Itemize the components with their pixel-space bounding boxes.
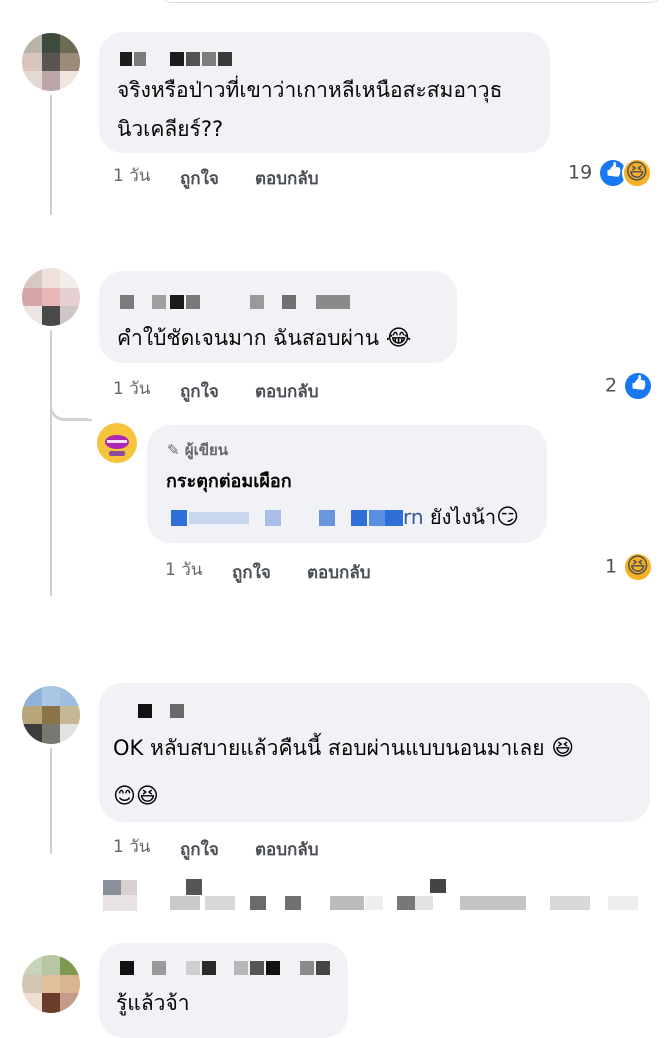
comment-text-line1: จริงหรือป่าวที่เขาว่าเกาหลีเหนือสะสมอาวุ… bbox=[117, 78, 503, 102]
comment-time[interactable]: 1 วัน bbox=[113, 162, 150, 189]
comment-time[interactable]: 1 วัน bbox=[113, 375, 150, 402]
comment-text-line1: OK หลับสบายแล้วคืนนี้ สอบผ่านแบบนอนมาเลย… bbox=[113, 736, 575, 761]
like-icon bbox=[623, 371, 654, 401]
smirk-emoji: 😏 bbox=[496, 505, 520, 530]
reply-time[interactable]: 1 วัน bbox=[165, 556, 202, 583]
author-avatar[interactable] bbox=[97, 423, 137, 463]
tagged-name-redacted[interactable] bbox=[165, 508, 420, 528]
like-button[interactable]: ถูกใจ bbox=[180, 378, 219, 405]
commenter-name-redacted[interactable] bbox=[120, 961, 335, 975]
like-button[interactable]: ถูกใจ bbox=[180, 836, 219, 863]
comment-text-line2: 😊😆 bbox=[113, 776, 159, 817]
reply-button[interactable]: ตอบกลับ bbox=[255, 378, 319, 405]
comment-time[interactable]: 1 วัน bbox=[113, 833, 150, 860]
reply-like-button[interactable]: ถูกใจ bbox=[232, 559, 271, 586]
comment-text: รู้แล้วจ้า bbox=[116, 991, 190, 1015]
top-input-edge bbox=[160, 0, 662, 3]
thread-line bbox=[50, 330, 52, 596]
haha-icon bbox=[622, 158, 653, 188]
thread-line bbox=[50, 95, 52, 215]
thread-line bbox=[50, 748, 52, 854]
reply-author-name[interactable]: กระตุกต่อมเผือก bbox=[166, 466, 292, 495]
reaction-summary[interactable]: 19 bbox=[568, 158, 653, 188]
reply-button[interactable]: ตอบกลับ bbox=[255, 165, 319, 192]
author-badge: ✎ ผู้เขียน bbox=[167, 441, 229, 459]
avatar[interactable] bbox=[22, 955, 80, 1013]
comment-text: คำใบ้ชัดเจนมาก ฉันสอบผ่าน 😂 bbox=[117, 326, 412, 351]
avatar[interactable] bbox=[22, 686, 80, 744]
reply-connector-curve bbox=[50, 398, 88, 420]
pen-icon: ✎ bbox=[167, 441, 180, 459]
like-button[interactable]: ถูกใจ bbox=[180, 165, 219, 192]
tears-of-joy-emoji: 😂 bbox=[385, 326, 412, 351]
avatar[interactable] bbox=[22, 33, 80, 91]
grinning-squint-emoji: 😆 bbox=[551, 736, 575, 761]
reply-button[interactable]: ตอบกลับ bbox=[255, 836, 319, 863]
avatar[interactable] bbox=[22, 268, 80, 326]
haha-icon bbox=[623, 552, 654, 582]
reaction-summary[interactable]: 1 bbox=[605, 552, 654, 582]
tagged-name-tail[interactable]: rn bbox=[403, 505, 424, 529]
reply-reply-button[interactable]: ตอบกลับ bbox=[307, 559, 371, 586]
reaction-count: 1 bbox=[605, 555, 618, 578]
reaction-summary[interactable]: 2 bbox=[605, 371, 654, 401]
comment-text-line2: นิวเคลียร์?? bbox=[117, 117, 224, 141]
smile-emojis: 😊😆 bbox=[113, 784, 159, 809]
reaction-count: 2 bbox=[605, 374, 618, 397]
reply-text: rn ยังไงน้า😏 bbox=[403, 505, 520, 530]
view-replies-redacted[interactable] bbox=[60, 875, 650, 915]
reaction-count: 19 bbox=[568, 161, 593, 184]
commenter-name-redacted[interactable] bbox=[120, 295, 350, 309]
commenter-name-redacted[interactable] bbox=[120, 52, 250, 66]
commenter-name-redacted[interactable] bbox=[120, 704, 190, 718]
